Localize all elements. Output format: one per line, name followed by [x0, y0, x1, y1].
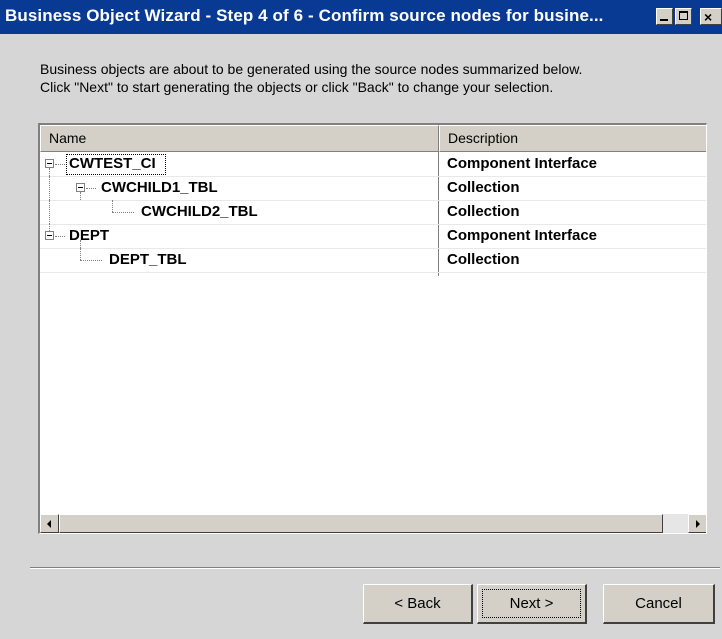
- collapse-toggle-icon[interactable]: [45, 231, 54, 240]
- tree-connector: [55, 164, 65, 165]
- intro-line-2: Click "Next" to start generating the obj…: [40, 79, 554, 95]
- tree-item-name: DEPT_TBL: [109, 251, 187, 268]
- tree-connector: [49, 200, 50, 224]
- scroll-left-button[interactable]: [40, 514, 59, 533]
- window-title: Business Object Wizard - Step 4 of 6 - C…: [5, 6, 604, 25]
- tree-connector: [49, 224, 50, 231]
- tree-connector: [80, 248, 81, 260]
- tree-item-description: Component Interface: [447, 227, 598, 244]
- tree-connector: [49, 176, 50, 200]
- tree-row-cwchild1-tbl[interactable]: CWCHILD1_TBL Collection: [40, 176, 706, 200]
- tree-connector: [112, 200, 113, 212]
- minimize-button[interactable]: [656, 8, 673, 25]
- next-button-label: Next >: [482, 589, 581, 618]
- tree-row-cwchild2-tbl[interactable]: CWCHILD2_TBL Collection: [40, 200, 706, 224]
- tree-item-name: DEPT: [69, 227, 110, 244]
- horizontal-scrollbar[interactable]: [40, 514, 706, 533]
- minimize-icon: [660, 19, 668, 21]
- scroll-right-button[interactable]: [688, 514, 706, 533]
- cancel-button[interactable]: Cancel: [603, 584, 715, 624]
- tree-item-name: CWCHILD2_TBL: [141, 203, 258, 220]
- separator: [30, 567, 720, 569]
- arrow-right-icon: [696, 520, 700, 528]
- close-icon: ×: [704, 9, 713, 25]
- tree-item-description: Component Interface: [447, 155, 598, 172]
- tree-connector: [55, 236, 65, 237]
- next-button[interactable]: Next >: [477, 584, 587, 624]
- intro-text: Business objects are about to be generat…: [40, 60, 582, 96]
- maximize-icon: [679, 11, 688, 20]
- intro-line-1: Business objects are about to be generat…: [40, 61, 583, 77]
- title-bar[interactable]: Business Object Wizard - Step 4 of 6 - C…: [0, 0, 722, 34]
- column-header-description[interactable]: Description: [439, 125, 706, 152]
- tree-item-description: Collection: [447, 179, 520, 196]
- collapse-toggle-icon[interactable]: [76, 183, 85, 192]
- close-button[interactable]: ×: [700, 8, 722, 25]
- tree-row-cwtest-ci[interactable]: CWTEST_CI Component Interface: [40, 152, 706, 176]
- tree-connector: [49, 168, 50, 176]
- tree-connector: [86, 188, 96, 189]
- maximize-button[interactable]: [675, 8, 692, 25]
- tree-item-name: CWTEST_CI: [69, 155, 156, 172]
- arrow-left-icon: [47, 520, 51, 528]
- tree-item-description: Collection: [447, 251, 520, 268]
- scroll-thumb[interactable]: [59, 514, 663, 533]
- tree-row-dept-tbl[interactable]: DEPT_TBL Collection: [40, 248, 706, 272]
- tree-connector: [80, 260, 102, 261]
- tree-row-dept[interactable]: DEPT Component Interface: [40, 224, 706, 248]
- row-divider: [40, 272, 706, 273]
- tree-item-name: CWCHILD1_TBL: [101, 179, 218, 196]
- collapse-toggle-icon[interactable]: [45, 159, 54, 168]
- back-button[interactable]: < Back: [363, 584, 473, 624]
- tree-connector: [112, 212, 134, 213]
- tree-connector: [80, 192, 81, 200]
- wizard-window: Business Object Wizard - Step 4 of 6 - C…: [0, 0, 722, 639]
- column-header-name[interactable]: Name: [40, 125, 439, 152]
- tree-item-description: Collection: [447, 203, 520, 220]
- source-nodes-tree[interactable]: Name Description CWTEST_CI Component Int…: [38, 123, 707, 534]
